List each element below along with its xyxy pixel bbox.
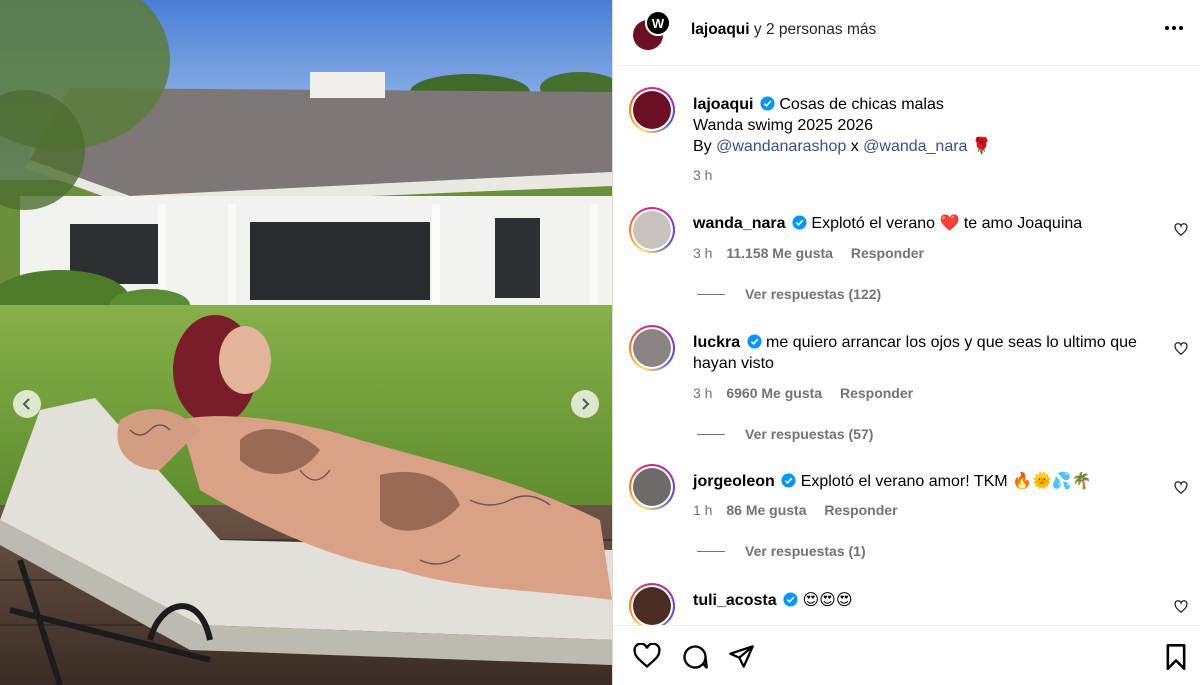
next-photo-button[interactable] — [571, 390, 599, 418]
view-replies-label: Ver respuestas (1) — [745, 543, 866, 559]
comment-time[interactable]: 3 h — [693, 245, 712, 261]
verified-badge-icon — [792, 215, 807, 230]
commenter-avatar[interactable] — [629, 464, 675, 510]
mention-wanda-nara[interactable]: @wanda_nara — [863, 138, 967, 155]
view-replies-button[interactable]: Ver respuestas (122) — [697, 286, 881, 302]
reply-button[interactable]: Responder — [824, 502, 897, 518]
comments-list[interactable]: lajoaqui Cosas de chicas malas Wanda swi… — [613, 67, 1200, 625]
comment-likes[interactable]: 11.158 Me gusta — [726, 245, 833, 261]
caption-avatar[interactable] — [629, 87, 675, 133]
chevron-right-icon — [582, 398, 590, 410]
comment-icon[interactable] — [681, 643, 709, 671]
comment-text: wanda_nara Explotó el verano ❤️ te amo J… — [693, 213, 1163, 234]
view-replies-button[interactable]: Ver respuestas (1) — [697, 543, 866, 559]
reply-button[interactable]: Responder — [851, 245, 924, 261]
comment-time[interactable]: 1 h — [693, 502, 712, 518]
comment-text: tuli_acosta 😍😍😍 — [693, 590, 1163, 611]
post-header: W lajoaqui y 2 personas más — [613, 0, 1200, 66]
bookmark-icon[interactable] — [1164, 643, 1188, 671]
caption-by-label: By — [693, 138, 712, 155]
previous-photo-button[interactable] — [13, 390, 41, 418]
comment-time[interactable]: 3 h — [693, 385, 712, 401]
mention-wandanarashop[interactable]: @wandanarashop — [716, 138, 846, 155]
commenter-avatar[interactable] — [629, 325, 675, 371]
verified-badge-icon — [781, 473, 796, 488]
comment-likes[interactable]: 86 Me gusta — [726, 502, 806, 518]
commenter-avatar[interactable] — [629, 583, 675, 625]
caption-x-label: x — [850, 138, 859, 155]
comment-body: 😍😍😍 — [802, 592, 853, 609]
rose-emoji: 🌹 — [971, 138, 992, 155]
comment-body: Explotó el verano — [811, 215, 936, 232]
more-options-icon[interactable] — [1165, 26, 1183, 30]
comment-body: Explotó el verano amor! TKM 🔥🌞💦🌴 — [800, 473, 1092, 490]
caption-line-1: Cosas de chicas malas — [779, 96, 944, 113]
commenter-avatar[interactable] — [629, 207, 675, 253]
comment-username[interactable]: wanda_nara — [693, 215, 785, 232]
post-authors: lajoaqui y 2 personas más — [691, 21, 876, 39]
send-icon[interactable] — [728, 643, 755, 670]
verified-badge-icon — [783, 592, 798, 607]
caption-line-2: Wanda swimg 2025 2026 — [693, 117, 873, 134]
view-replies-label: Ver respuestas (57) — [745, 426, 874, 442]
comment-meta: 3 h 11.158 Me gusta Responder — [693, 245, 924, 261]
view-replies-label: Ver respuestas (122) — [745, 286, 882, 302]
chevron-left-icon — [22, 398, 30, 410]
heart-icon[interactable] — [633, 643, 661, 669]
like-comment-heart-icon[interactable] — [1174, 342, 1188, 356]
comment-username[interactable]: jorgeoleon — [693, 473, 775, 490]
comment-body-end: te amo Joaquina — [963, 215, 1083, 232]
collaborators-link[interactable]: y 2 personas más — [754, 21, 876, 38]
post-photo[interactable] — [0, 0, 612, 685]
verified-badge-icon — [760, 96, 775, 111]
comment-username[interactable]: tuli_acosta — [693, 592, 777, 609]
caption-username[interactable]: lajoaqui — [693, 96, 753, 113]
like-comment-heart-icon[interactable] — [1174, 223, 1188, 237]
collaborator-avatar[interactable]: W — [645, 10, 671, 36]
caption-time-text: 3 h — [693, 167, 713, 183]
view-replies-button[interactable]: Ver respuestas (57) — [697, 426, 873, 442]
comment-username[interactable]: luckra — [693, 334, 740, 351]
action-bar — [613, 625, 1200, 685]
comment-text: luckra me quiero arrancar los ojos y que… — [693, 332, 1163, 374]
photo-illustration — [0, 0, 612, 685]
comment-likes[interactable]: 6960 Me gusta — [726, 385, 822, 401]
comment-text: jorgeoleon Explotó el verano amor! TKM 🔥… — [693, 471, 1163, 492]
like-comment-heart-icon[interactable] — [1174, 600, 1188, 614]
comment-meta: 1 h 86 Me gusta Responder — [693, 502, 898, 518]
caption-time[interactable]: 3 h — [693, 167, 712, 183]
post-side-panel: W lajoaqui y 2 personas más lajoaqui Cos… — [613, 0, 1200, 685]
heart-emoji: ❤️ — [939, 215, 960, 232]
reply-button[interactable]: Responder — [840, 385, 913, 401]
verified-badge-icon — [747, 334, 762, 349]
comment-meta: 3 h 6960 Me gusta Responder — [693, 385, 913, 401]
like-comment-heart-icon[interactable] — [1174, 481, 1188, 495]
collaborator-avatar-letter: W — [651, 15, 665, 31]
author-username[interactable]: lajoaqui — [691, 21, 750, 38]
caption-text: lajoaqui Cosas de chicas malas Wanda swi… — [693, 94, 1163, 157]
